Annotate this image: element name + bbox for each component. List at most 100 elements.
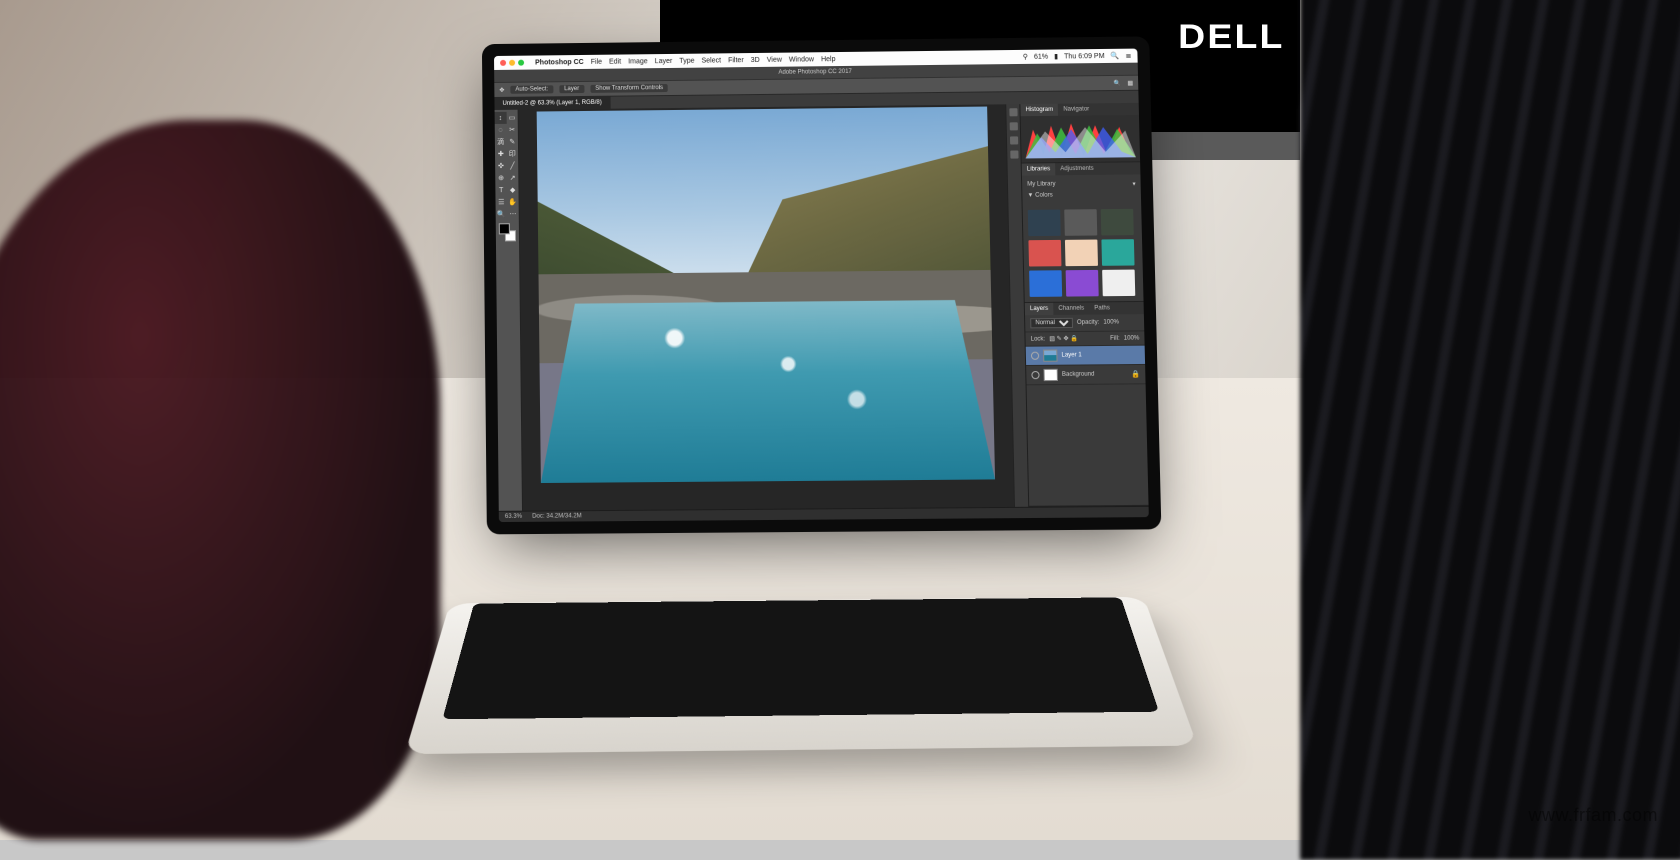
- path-tool[interactable]: ◆: [507, 184, 519, 196]
- app-title: Adobe Photoshop CC 2017: [778, 69, 852, 76]
- menubar-app-name[interactable]: Photoshop CC: [535, 58, 584, 66]
- canvas-area[interactable]: [519, 104, 1014, 510]
- healing-tool[interactable]: ✚: [495, 148, 507, 160]
- swatch-1[interactable]: [1028, 210, 1061, 237]
- layer-row-1[interactable]: Layer 1: [1026, 346, 1145, 366]
- swatch-3[interactable]: [1101, 209, 1134, 236]
- menu-select[interactable]: Select: [701, 57, 721, 64]
- tab-paths[interactable]: Paths: [1089, 302, 1115, 314]
- notification-center-icon[interactable]: ≣: [1125, 52, 1131, 60]
- visibility-eye-icon[interactable]: [1031, 371, 1039, 379]
- library-name[interactable]: My Library: [1027, 181, 1056, 188]
- eyedropper-tool[interactable]: 滴: [495, 136, 507, 148]
- clone-tool[interactable]: 印: [506, 148, 518, 160]
- menu-help[interactable]: Help: [821, 56, 836, 63]
- search-icon[interactable]: 🔍: [1114, 79, 1122, 86]
- monitor-brand: DELL: [1178, 18, 1284, 57]
- marquee-tool[interactable]: ▭: [506, 112, 518, 124]
- doc-size: Doc: 34.2M/34.2M: [532, 513, 582, 519]
- tab-channels[interactable]: Channels: [1053, 302, 1089, 315]
- crop-tool[interactable]: ✂: [506, 124, 518, 136]
- brush-tool[interactable]: ✎: [506, 136, 518, 148]
- menu-layer[interactable]: Layer: [655, 57, 673, 64]
- swatch-2[interactable]: [1064, 209, 1097, 236]
- right-panels: Histogram Navigator Librari: [1019, 103, 1148, 507]
- edit-toolbar[interactable]: ⋯: [507, 208, 519, 220]
- blend-mode-select[interactable]: Normal: [1030, 318, 1073, 329]
- shape-tool[interactable]: ☰: [495, 196, 507, 208]
- zoom-level[interactable]: 63.3%: [505, 514, 522, 520]
- swatch-8[interactable]: [1066, 270, 1099, 297]
- menu-file[interactable]: File: [591, 58, 602, 65]
- document-canvas[interactable]: [537, 107, 995, 483]
- hand-tool[interactable]: ✋: [507, 196, 519, 208]
- workspace-switcher[interactable]: ▦: [1127, 79, 1133, 86]
- swatch-4[interactable]: [1028, 240, 1061, 267]
- layer-name[interactable]: Background: [1062, 372, 1095, 378]
- menu-3d[interactable]: 3D: [751, 56, 760, 63]
- panel-icon-2[interactable]: [1009, 122, 1017, 130]
- menubar-clock[interactable]: Thu 6:09 PM: [1064, 52, 1105, 59]
- menu-type[interactable]: Type: [679, 57, 694, 64]
- spotlight-icon[interactable]: 🔍: [1111, 52, 1120, 60]
- type-tool[interactable]: T: [495, 184, 507, 196]
- swatch-9[interactable]: [1102, 270, 1135, 297]
- watermark: www.frfam.com: [1528, 805, 1658, 826]
- person-left-shoulder: [0, 120, 440, 840]
- wifi-icon[interactable]: ⚲: [1023, 53, 1028, 61]
- laptop-screen: Photoshop CC File Edit Image Layer Type …: [494, 49, 1149, 522]
- move-tool-icon: ✥: [499, 86, 504, 93]
- tab-navigator[interactable]: Navigator: [1058, 103, 1094, 115]
- image-river: [539, 300, 995, 483]
- panel-icon-4[interactable]: [1010, 150, 1018, 158]
- tab-histogram[interactable]: Histogram: [1020, 104, 1058, 116]
- minimize-icon[interactable]: [509, 60, 515, 66]
- show-transform-toggle[interactable]: Show Transform Controls: [590, 84, 668, 93]
- lasso-tool[interactable]: ◌: [495, 124, 507, 136]
- layer-name[interactable]: Layer 1: [1061, 352, 1081, 358]
- foreground-color[interactable]: [499, 223, 510, 234]
- swatch-5[interactable]: [1065, 240, 1098, 267]
- dodge-tool[interactable]: ⊕: [495, 172, 507, 184]
- lock-icon: 🔒: [1131, 370, 1140, 378]
- window-traffic-lights[interactable]: [500, 60, 524, 66]
- swatch-6[interactable]: [1101, 239, 1134, 266]
- menu-window[interactable]: Window: [789, 56, 814, 63]
- layer-row-bg[interactable]: Background 🔒: [1026, 365, 1145, 385]
- panel-icon-1[interactable]: [1009, 108, 1017, 116]
- lock-label: Lock:: [1031, 336, 1046, 342]
- layer-thumb: [1043, 369, 1058, 381]
- histogram-panel: Histogram Navigator: [1020, 103, 1140, 164]
- colors-section[interactable]: ▼ Colors: [1027, 192, 1052, 198]
- menu-filter[interactable]: Filter: [728, 57, 744, 64]
- tab-layers[interactable]: Layers: [1025, 303, 1054, 315]
- tab-libraries[interactable]: Libraries: [1022, 163, 1056, 175]
- eraser-tool[interactable]: ✜: [495, 160, 507, 172]
- photo-scene: DELL Photoshop CC File Edit Image Layer …: [0, 0, 1680, 840]
- tab-adjustments[interactable]: Adjustments: [1055, 163, 1099, 176]
- foreground-background-colors[interactable]: [496, 220, 519, 244]
- swatch-7[interactable]: [1029, 270, 1062, 297]
- battery-percent: 61%: [1034, 53, 1048, 60]
- battery-icon[interactable]: ▮: [1054, 52, 1058, 60]
- menu-image[interactable]: Image: [628, 58, 648, 65]
- lock-icons[interactable]: ▧ ✎ ✥ 🔒: [1049, 335, 1078, 342]
- chevron-down-icon[interactable]: ▾: [1132, 181, 1135, 188]
- close-icon[interactable]: [500, 60, 506, 66]
- menu-view[interactable]: View: [767, 56, 782, 63]
- move-tool[interactable]: ↕: [495, 112, 507, 124]
- menu-edit[interactable]: Edit: [609, 58, 621, 65]
- zoom-tool[interactable]: 🔍: [496, 208, 508, 220]
- pen-tool[interactable]: ↗: [507, 172, 519, 184]
- doc-tab-label: Untitled-2 @ 63.3% (Layer 1, RGB/8): [502, 100, 601, 107]
- panel-icon-3[interactable]: [1009, 136, 1017, 144]
- visibility-eye-icon[interactable]: [1031, 352, 1039, 360]
- gradient-tool[interactable]: ╱: [507, 160, 519, 172]
- fill-value[interactable]: 100%: [1124, 335, 1140, 341]
- zoom-icon[interactable]: [518, 60, 524, 66]
- opacity-value[interactable]: 100%: [1103, 319, 1119, 325]
- auto-select-scope[interactable]: Layer: [559, 85, 584, 93]
- histogram-graph: [1021, 115, 1140, 163]
- auto-select-label: Auto-Select:: [510, 85, 553, 93]
- layer-thumb: [1043, 349, 1057, 361]
